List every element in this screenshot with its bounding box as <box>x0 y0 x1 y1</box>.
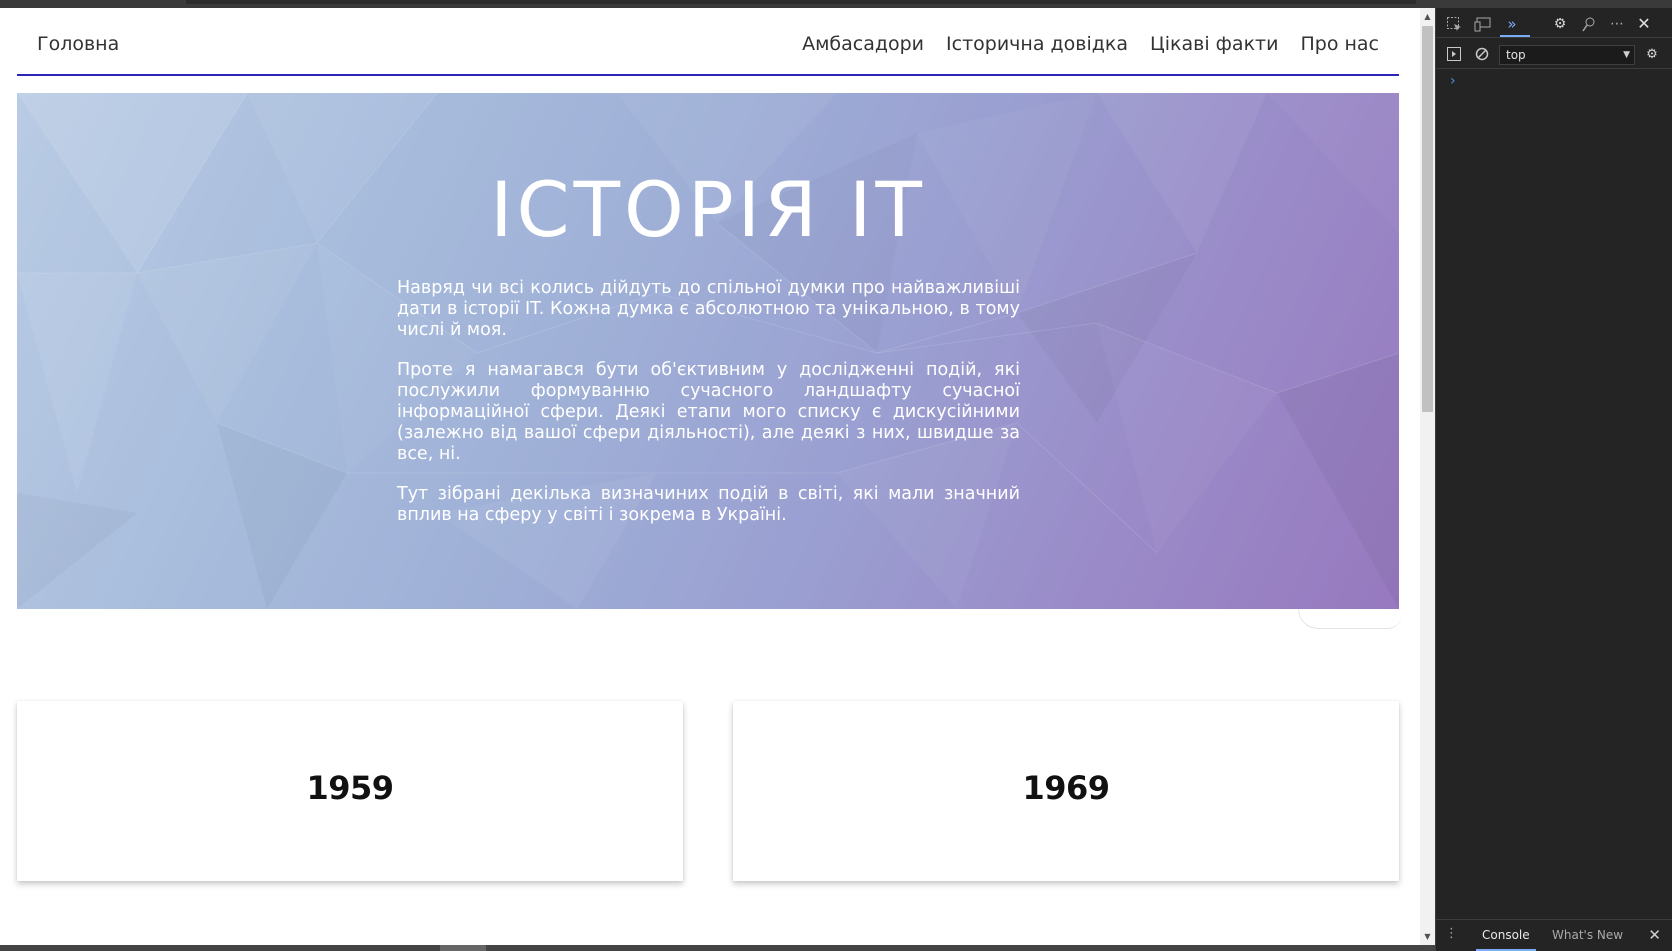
horizontal-scrollbar[interactable] <box>0 945 1435 951</box>
hero-paragraph: Тут зібрані декілька визначиних подій в … <box>397 484 1020 525</box>
navbar: Головна Амбасадори Історична довідка Цік… <box>17 8 1399 76</box>
close-devtools-icon[interactable]: ✕ <box>1636 16 1652 32</box>
close-drawer-icon[interactable]: ✕ <box>1648 926 1661 944</box>
scrollbar-thumb[interactable] <box>1422 26 1433 412</box>
sidebar-toggle-icon[interactable] <box>1446 47 1462 63</box>
devtools-drawer: ⋮ Console What's New ✕ <box>1436 919 1672 951</box>
settings-gear-icon[interactable]: ⚙ <box>1552 16 1568 32</box>
active-tab-indicator <box>1500 35 1530 37</box>
console-settings-gear-icon[interactable]: ⚙ <box>1644 47 1660 63</box>
browser-top-strip <box>0 0 1672 8</box>
tab-whats-new[interactable]: What's New <box>1552 928 1623 942</box>
page-viewport: Головна Амбасадори Історична довідка Цік… <box>0 8 1420 945</box>
hero-paragraph: Проте я намагався бути об'єктивним у дос… <box>397 360 1020 464</box>
nav-link-facts[interactable]: Цікаві факти <box>1150 33 1278 55</box>
tab-console[interactable]: Console <box>1476 928 1536 951</box>
hero-banner: ІСТОРІЯ IT Навряд чи всі колись дійдуть … <box>17 93 1399 609</box>
vertical-scrollbar[interactable]: ▲ ▼ <box>1420 8 1435 945</box>
hero-text-block: Навряд чи всі колись дійдуть до спільної… <box>397 278 1020 545</box>
browser-tab-area <box>186 0 1416 4</box>
scroll-up-arrow-icon[interactable]: ▲ <box>1423 12 1432 21</box>
devtools-panel: » ⚙ ⋯ ✕ top ▼ ⚙ › ⋮ Console What's New ✕ <box>1435 8 1672 951</box>
console-toolbar: top ▼ ⚙ <box>1436 39 1672 69</box>
clear-console-icon[interactable] <box>1474 47 1490 63</box>
horizontal-scrollbar-thumb[interactable] <box>440 945 486 951</box>
scroll-down-arrow-icon[interactable]: ▼ <box>1423 932 1432 941</box>
hero-title: ІСТОРІЯ IT <box>490 165 926 254</box>
console-prompt-icon[interactable]: › <box>1450 73 1456 89</box>
card-year: 1959 <box>306 769 394 807</box>
device-toggle-icon[interactable] <box>1474 16 1491 32</box>
timeline-card[interactable]: 1969 <box>733 701 1399 881</box>
timeline-card[interactable]: 1959 <box>17 701 683 881</box>
more-tabs-chevron-icon[interactable]: » <box>1504 16 1520 32</box>
nav-link-history[interactable]: Історична довідка <box>946 33 1128 55</box>
nav-link-about[interactable]: Про нас <box>1300 33 1379 55</box>
hero-paragraph: Навряд чи всі колись дійдуть до спільної… <box>397 278 1020 340</box>
dropdown-arrow-icon: ▼ <box>1623 50 1630 60</box>
inspect-element-icon[interactable] <box>1446 16 1462 32</box>
drawer-menu-icon[interactable]: ⋮ <box>1445 926 1458 941</box>
more-options-icon[interactable]: ⋯ <box>1609 16 1625 32</box>
nav-link-ambassadors[interactable]: Амбасадори <box>802 33 924 55</box>
context-selector[interactable]: top ▼ <box>1499 45 1635 65</box>
nav-links: Амбасадори Історична довідка Цікаві факт… <box>802 33 1379 55</box>
context-value: top <box>1506 48 1526 62</box>
card-year: 1969 <box>1022 769 1110 807</box>
feedback-icon[interactable] <box>1581 16 1597 32</box>
hero-decoration <box>1298 609 1402 629</box>
nav-home-link[interactable]: Головна <box>37 33 119 55</box>
devtools-toolbar: » ⚙ ⋯ ✕ <box>1436 8 1672 38</box>
